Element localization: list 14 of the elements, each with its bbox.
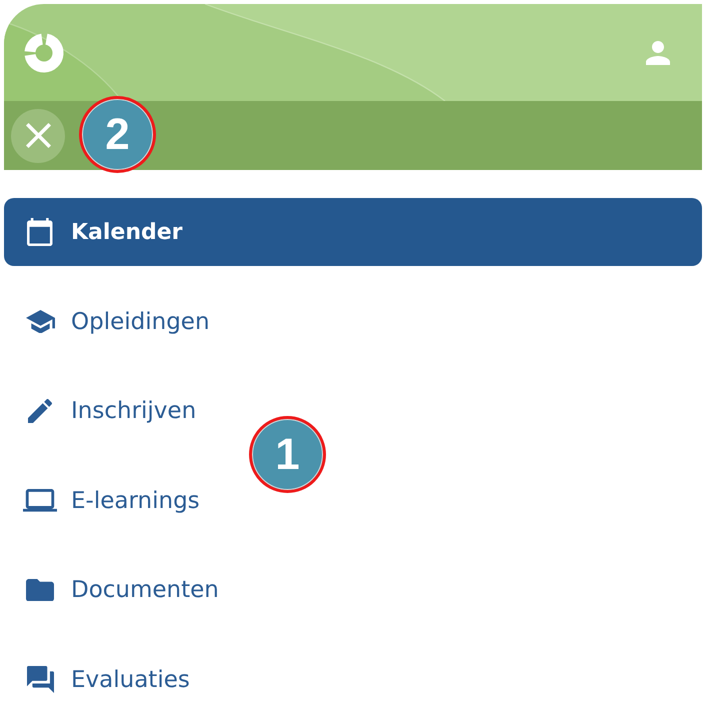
pencil-icon <box>28 399 52 423</box>
folder-icon <box>26 578 54 602</box>
menu-item[interactable]: Evaluaties <box>4 646 702 714</box>
graduation-cap-icon <box>26 310 54 334</box>
user-icon[interactable] <box>646 40 670 64</box>
callout-marker: 1 <box>249 416 326 493</box>
menu-item[interactable]: Documenten <box>4 556 702 624</box>
calendar-icon <box>27 218 53 246</box>
menu-item[interactable]: Kalender <box>4 198 702 266</box>
laptop-icon <box>23 489 57 512</box>
chat-bubbles-icon <box>26 666 54 693</box>
close-icon <box>26 123 50 148</box>
menu-item[interactable]: Opleidingen <box>4 288 702 356</box>
logo-icon <box>24 32 64 72</box>
